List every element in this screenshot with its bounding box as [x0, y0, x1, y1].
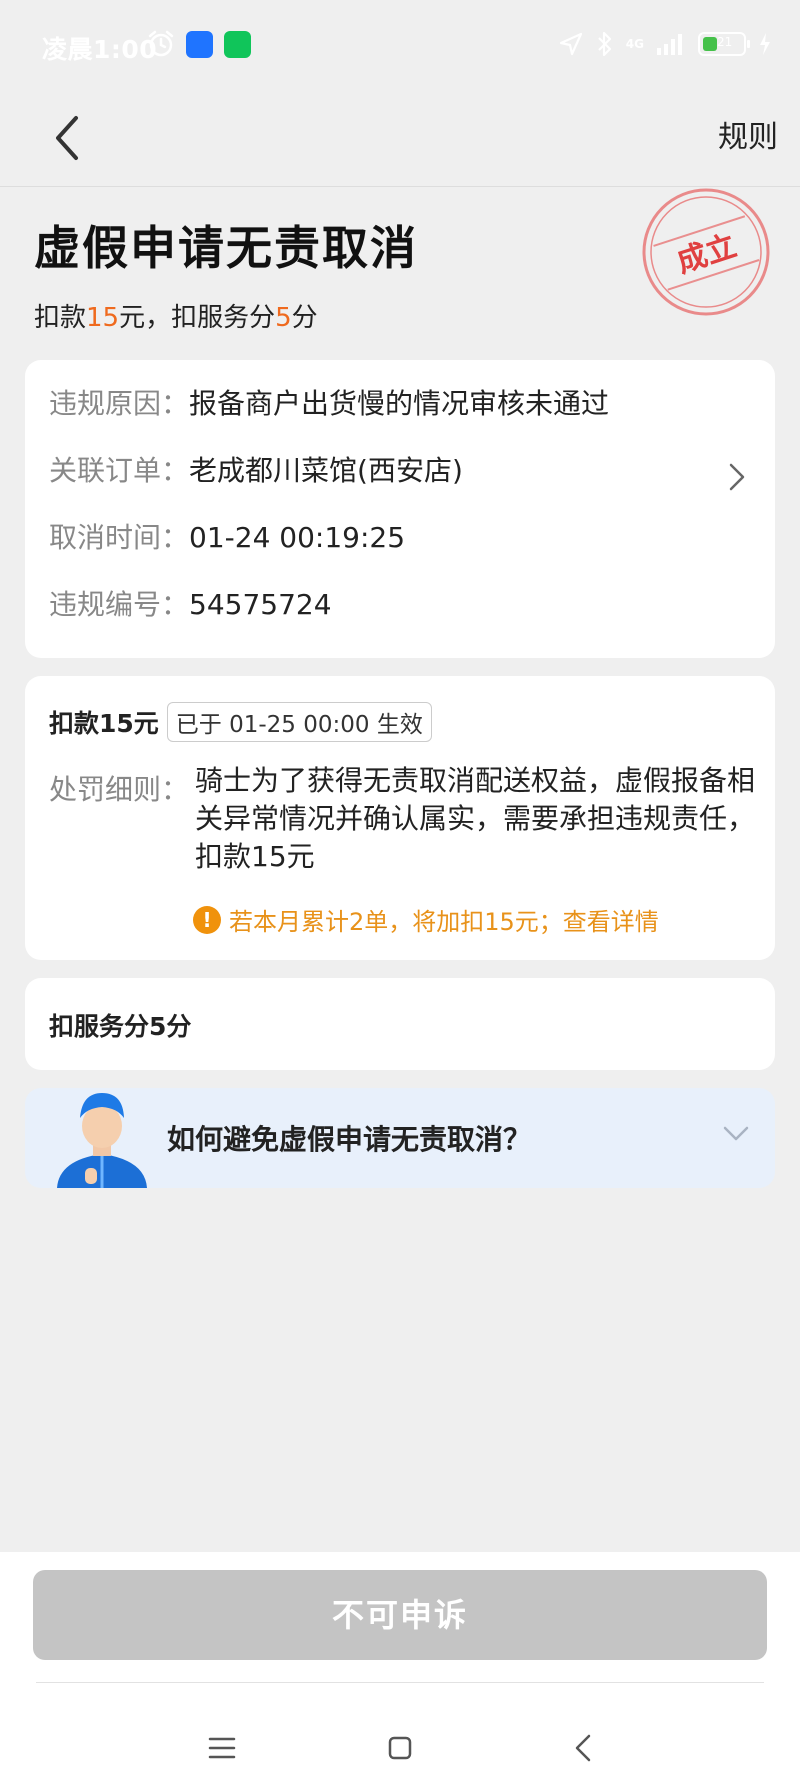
chevron-down-icon[interactable]: [721, 1124, 751, 1144]
info-value: 老成都川菜馆(西安店): [189, 454, 463, 487]
detail-label: 处罚细则：: [49, 773, 190, 806]
home-icon[interactable]: [380, 1728, 420, 1768]
rules-link[interactable]: 规则: [718, 110, 778, 166]
nav-bar: 规则: [0, 92, 800, 187]
info-label: 违规编号：: [49, 588, 190, 621]
effective-date-badge: 已于 01-25 00:00 生效: [166, 702, 432, 742]
faq-banner[interactable]: 如何避免虚假申请无责取消？: [25, 1088, 775, 1188]
divider: [36, 1682, 764, 1683]
signal-icon: [657, 34, 682, 55]
appeal-button[interactable]: 不可申诉: [33, 1570, 767, 1660]
violation-info-card: 违规原因：报备商户出货慢的情况审核未通过 关联订单：老成都川菜馆(西安店) 取消…: [25, 360, 775, 658]
warning-icon: !: [193, 905, 221, 934]
page-title: 虚假申请无责取消: [34, 221, 418, 275]
status-time: 凌晨1:00: [42, 35, 158, 64]
info-row-reason: 违规原因：报备商户出货慢的情况审核未通过: [49, 382, 609, 422]
info-row-order[interactable]: 关联订单：老成都川菜馆(西安店): [49, 449, 463, 489]
menu-icon[interactable]: [202, 1728, 242, 1768]
fine-title: 扣款15元: [49, 709, 159, 738]
penalty-summary: 扣款15元，扣服务分5分: [34, 297, 318, 334]
warning-text: 若本月累计2单，将加扣15元；查看详情: [229, 908, 659, 936]
status-indicators: 4G 21: [558, 30, 772, 58]
status-bar: 凌晨1:00 4G 21: [0, 0, 800, 92]
app-icon-1: [186, 31, 213, 58]
repeat-warning[interactable]: ! 若本月累计2单，将加扣15元；查看详情: [193, 902, 659, 937]
summary-prefix: 扣款: [34, 303, 87, 333]
info-value: 54575724: [189, 588, 332, 621]
battery-icon: 21: [698, 32, 750, 56]
info-value: 01-24 00:19:25: [189, 521, 406, 554]
battery-percent: 21: [717, 35, 733, 49]
info-label: 关联订单：: [49, 454, 190, 487]
summary-suffix: 分: [291, 303, 318, 333]
network-type: 4G: [625, 37, 644, 51]
battery-fill: [703, 37, 717, 51]
info-label: 取消时间：: [49, 521, 190, 554]
info-row-cancel-time: 取消时间：01-24 00:19:25: [49, 516, 405, 556]
summary-score: 5: [275, 303, 292, 333]
alarm-icon: [148, 30, 174, 57]
info-row-violation-id: 违规编号：54575724: [49, 583, 332, 623]
score-deduction-text: 扣服务分5分: [49, 1012, 192, 1041]
fine-detail-card: 扣款15元 已于 01-25 00:00 生效 处罚细则： 骑士为了获得无责取消…: [25, 676, 775, 960]
location-icon: [559, 32, 582, 56]
chevron-right-icon[interactable]: [727, 461, 747, 493]
charging-icon: [760, 33, 770, 55]
back-arrow-icon[interactable]: [50, 110, 86, 166]
summary-mid: 元，扣服务分: [119, 303, 276, 333]
back-nav-icon[interactable]: [564, 1728, 604, 1768]
penalty-detail-text: 骑士为了获得无责取消配送权益，虚假报备相关异常情况并确认属实，需要承担违规责任，…: [195, 764, 756, 873]
rider-avatar-icon: [57, 1093, 147, 1188]
info-label: 违规原因：: [49, 387, 190, 420]
info-value: 报备商户出货慢的情况审核未通过: [189, 387, 610, 420]
score-deduction-card: 扣服务分5分: [25, 978, 775, 1070]
bottom-panel: 不可申诉: [0, 1552, 800, 1778]
wechat-icon: [224, 31, 251, 58]
faq-question: 如何避免虚假申请无责取消？: [167, 1123, 532, 1156]
summary-amount: 15: [86, 303, 120, 333]
bluetooth-icon: [598, 31, 611, 57]
established-stamp: 成立: [642, 188, 770, 316]
fine-header: 扣款15元 已于 01-25 00:00 生效: [49, 702, 432, 742]
